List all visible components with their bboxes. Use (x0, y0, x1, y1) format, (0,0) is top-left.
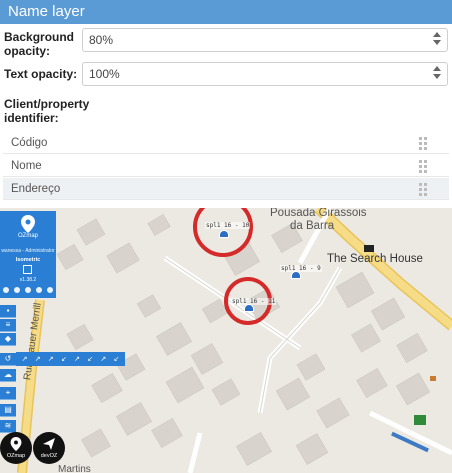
print-button[interactable]: ▤ (0, 404, 16, 417)
field-label: Código (11, 137, 48, 149)
location-button[interactable]: ⌖ (0, 387, 16, 400)
field-row-codigo[interactable]: Código (3, 132, 449, 154)
poi-label: Pousada Girassois (270, 208, 367, 219)
stepper-icon[interactable] (433, 32, 441, 48)
logo-label: devOZ (40, 453, 58, 459)
field-row-nome[interactable]: Nome (3, 155, 449, 177)
app-info-card: OZmap wanessa - Administrator Isometric … (0, 211, 56, 298)
text-opacity-value: 100% (89, 67, 120, 81)
draw-tool-icon[interactable]: ↗ (20, 355, 29, 364)
draw-tool-icon[interactable]: ↗ (73, 355, 82, 364)
splitter-marker-label[interactable]: spl1 16 - 9 (280, 265, 322, 272)
document-icon[interactable] (23, 265, 32, 274)
drag-handle-icon[interactable] (419, 160, 427, 173)
draw-tool-icon[interactable]: ↙ (86, 355, 95, 364)
field-label: Nome (11, 160, 42, 172)
drag-handle-icon[interactable] (419, 183, 427, 196)
app-version: v1.38.2 (19, 277, 37, 283)
field-label: Endereço (11, 183, 61, 195)
wifi-button[interactable]: ≋ (0, 420, 16, 433)
menu-button[interactable]: ≡ (0, 319, 16, 332)
devoz-logo[interactable]: devOZ (33, 432, 65, 464)
draw-tool-icon[interactable]: ↗ (33, 355, 42, 364)
background-opacity-value: 80% (89, 33, 114, 47)
layers-button[interactable]: ▪ (0, 305, 16, 318)
splitter-marker-icon[interactable] (291, 271, 301, 279)
background-opacity-label: Background opacity: (4, 30, 74, 58)
quick-tools (3, 287, 53, 295)
background-opacity-input[interactable]: 80% (82, 28, 448, 52)
street-label: Martins (58, 464, 91, 473)
drawing-toolbar: ↗ ↗ ↗ ↙ ↗ ↙ ↗ ↙ (16, 352, 125, 366)
map-canvas[interactable]: Pousada Girassois da Barra The Search Ho… (0, 208, 452, 473)
map-pin-icon (10, 437, 22, 451)
label-line: identifier: (4, 111, 59, 125)
app-brand: OZmap (17, 233, 38, 239)
splitter-marker-label[interactable]: spl1 16 - 11 (231, 298, 277, 305)
map-pin-icon (21, 215, 35, 233)
logo-label: OZmap (6, 453, 26, 459)
draw-tool-icon[interactable]: ↙ (112, 355, 121, 364)
splitter-marker-label[interactable]: spl1 16 - 10 (205, 222, 251, 229)
ozmap-logo[interactable]: OZmap (0, 432, 32, 464)
stack-button[interactable]: ◆ (0, 333, 16, 346)
field-row-endereco[interactable]: Endereço (3, 178, 449, 200)
label-line: Client/property (4, 97, 90, 111)
cloud-button[interactable]: ☁ (0, 369, 16, 382)
poi-label: da Barra (290, 220, 335, 232)
draw-tool-icon[interactable]: ↗ (99, 355, 108, 364)
poi-label: The Search House (327, 253, 423, 265)
tool-icon[interactable] (25, 287, 31, 293)
tool-icon[interactable] (47, 287, 53, 293)
text-opacity-label: Text opacity: (4, 67, 78, 81)
label-line: Background (4, 30, 75, 44)
send-icon (43, 438, 55, 450)
tool-icon[interactable] (14, 287, 20, 293)
splitter-marker-icon[interactable] (244, 304, 254, 312)
drag-handle-icon[interactable] (419, 137, 427, 150)
text-opacity-input[interactable]: 100% (82, 62, 448, 86)
panel-title: Name layer (0, 0, 452, 24)
user-name: wanessa - Administrator (1, 248, 55, 254)
view-mode: Isometric (15, 257, 41, 263)
splitter-marker-icon[interactable] (219, 230, 229, 238)
undo-button[interactable]: ↺ (0, 353, 16, 366)
tool-icon[interactable] (3, 287, 9, 293)
draw-tool-icon[interactable]: ↗ (46, 355, 55, 364)
stepper-icon[interactable] (433, 66, 441, 82)
identifier-label: Client/property identifier: (4, 97, 89, 125)
label-line: opacity: (4, 44, 51, 58)
draw-tool-icon[interactable]: ↙ (59, 355, 68, 364)
tool-icon[interactable] (36, 287, 42, 293)
map-background (0, 208, 452, 473)
